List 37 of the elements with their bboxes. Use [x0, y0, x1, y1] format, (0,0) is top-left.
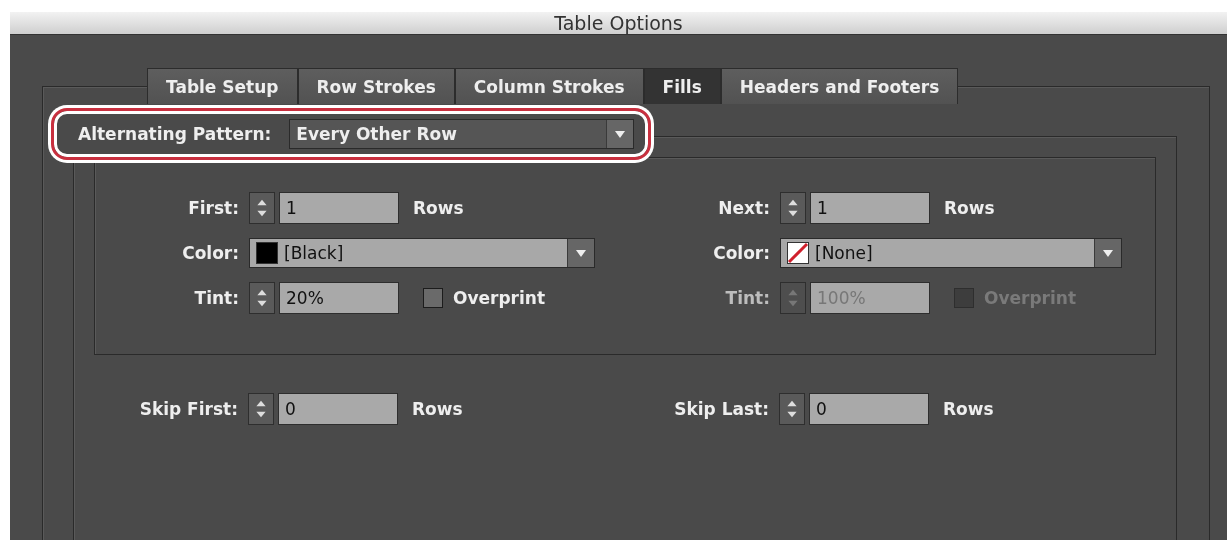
color-name: [Black] [284, 243, 344, 263]
window-title: Table Options [554, 12, 683, 34]
field-label: Color: [712, 243, 770, 263]
color-name: [None] [815, 243, 873, 263]
field-label: Alternating Pattern: [78, 124, 272, 144]
unit-label: Rows [943, 399, 994, 419]
unit-label: Rows [413, 198, 464, 218]
number-field[interactable]: 1 [810, 192, 930, 224]
field-label: Skip First: [138, 399, 238, 419]
pattern-dropdown[interactable]: Every Other Row [289, 119, 635, 149]
unit-label: Rows [944, 198, 995, 218]
number-field[interactable]: 1 [279, 192, 399, 224]
tint-field[interactable]: 20% [279, 282, 399, 314]
tab[interactable]: Row Strokes [297, 68, 455, 104]
number-field[interactable]: 0 [278, 393, 398, 425]
color-dropdown[interactable]: [Black] [249, 238, 595, 268]
checkbox-label: Overprint [453, 288, 546, 308]
field-label: Tint: [724, 288, 770, 308]
number-field[interactable]: 0 [809, 393, 929, 425]
field-label: First: [187, 198, 239, 218]
field-label: Next: [717, 198, 770, 218]
field-label: Color: [181, 243, 239, 263]
tab[interactable]: Table Setup [147, 68, 298, 104]
color-dropdown[interactable]: [None] [780, 238, 1122, 268]
unit-label: Rows [412, 399, 463, 419]
spinner-arrows-icon[interactable] [249, 282, 275, 314]
tab[interactable]: Headers and Footers [720, 68, 959, 104]
slashed-swatch-icon [787, 242, 809, 264]
tab[interactable]: Fills [643, 68, 721, 104]
checkbox[interactable] [423, 288, 443, 308]
spinner-arrows-icon[interactable] [248, 393, 274, 425]
field-label: Tint: [193, 288, 239, 308]
spinner-arrows-icon[interactable] [780, 192, 806, 224]
spinner-arrows-icon[interactable] [779, 393, 805, 425]
tab[interactable]: Column Strokes [454, 68, 644, 104]
spinner-arrows-icon[interactable] [249, 192, 275, 224]
field-label: Skip Last: [673, 399, 769, 419]
